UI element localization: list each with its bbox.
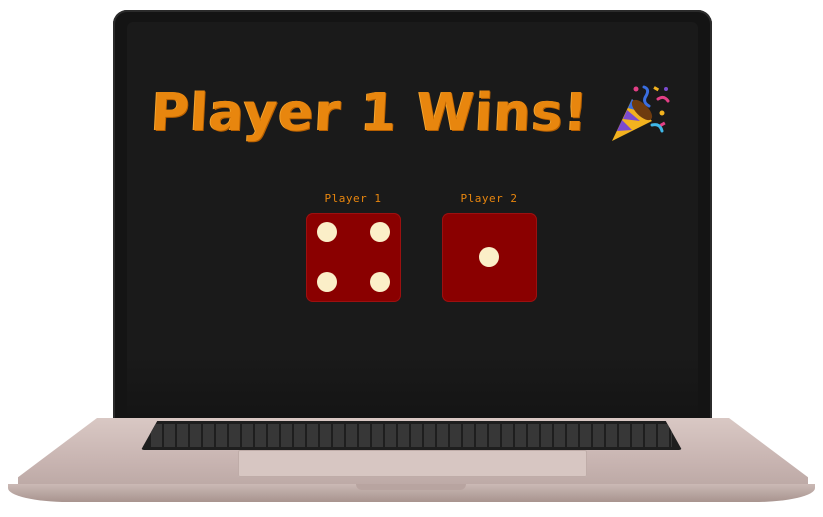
game-screen: Player 1 Wins! Player 1 Player 2 bbox=[127, 22, 698, 414]
keyboard bbox=[141, 421, 682, 450]
party-popper-icon bbox=[612, 85, 670, 141]
die-pip bbox=[369, 222, 390, 242]
player-1-label: Player 1 bbox=[324, 192, 382, 205]
player-2-label: Player 2 bbox=[460, 192, 518, 205]
trackpad bbox=[238, 450, 587, 477]
die-pip bbox=[478, 247, 499, 267]
player-1-panel: Player 1 bbox=[305, 190, 401, 302]
die-pip bbox=[316, 222, 337, 242]
player-2-panel: Player 2 bbox=[441, 190, 537, 302]
laptop-mockup: Player 1 Wins! Player 1 Player 2 bbox=[0, 0, 823, 517]
winner-title: Player 1 Wins! bbox=[149, 83, 590, 143]
die-pip bbox=[369, 272, 390, 292]
lid-notch bbox=[356, 484, 466, 490]
title-row: Player 1 Wins! bbox=[127, 78, 698, 148]
die-pip bbox=[316, 272, 337, 292]
player-1-die bbox=[305, 213, 401, 302]
player-2-die bbox=[441, 213, 537, 302]
